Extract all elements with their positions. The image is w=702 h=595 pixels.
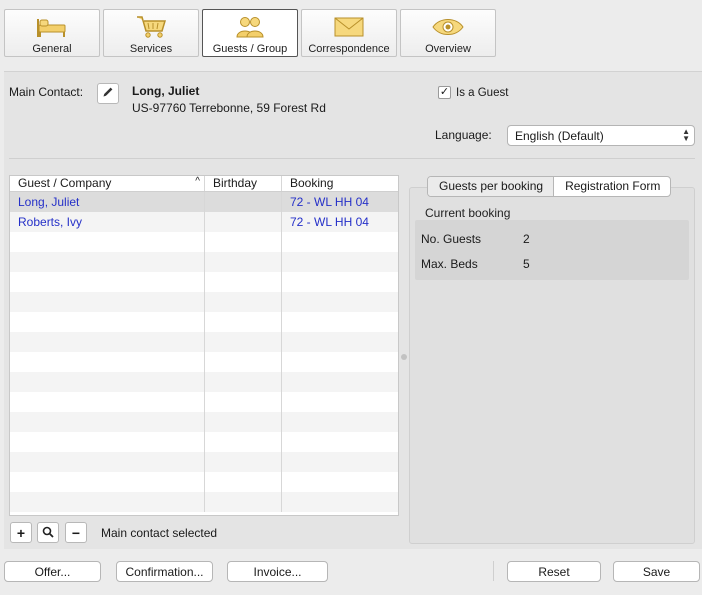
table-header: Guest / Company ^ Birthday Booking xyxy=(10,176,398,192)
guests-group-icon xyxy=(232,14,268,40)
confirmation-button[interactable]: Confirmation... xyxy=(116,561,213,582)
language-select-value: English (Default) xyxy=(515,129,604,143)
is-guest-checkbox-wrap[interactable]: ✓ Is a Guest xyxy=(438,86,508,99)
tab-correspondence-label: Correspondence xyxy=(308,43,390,55)
column-header-guest-company[interactable]: Guest / Company ^ xyxy=(10,176,205,191)
split-view-handle[interactable] xyxy=(401,354,407,360)
plus-icon: + xyxy=(16,524,26,541)
tab-services-label: Services xyxy=(129,43,173,55)
pencil-icon xyxy=(102,86,114,101)
empty-row xyxy=(10,372,398,392)
empty-row xyxy=(10,472,398,492)
contact-name: Long, Juliet xyxy=(132,84,200,98)
offer-button[interactable]: Offer... xyxy=(4,561,101,582)
guest-name-cell: Long, Juliet xyxy=(10,192,205,212)
birthday-cell xyxy=(205,212,282,232)
empty-row xyxy=(10,232,398,252)
booking-cell: 72 - WL HH 04 xyxy=(290,215,369,229)
empty-row xyxy=(10,272,398,292)
reset-button[interactable]: Reset xyxy=(507,561,601,582)
tab-general[interactable]: General xyxy=(4,9,100,57)
table-body: Long, Juliet 72 - WL HH 04 Roberts, Ivy … xyxy=(10,192,398,512)
eye-icon xyxy=(430,14,466,40)
empty-row xyxy=(10,292,398,312)
tab-guests-per-booking[interactable]: Guests per booking xyxy=(428,177,555,196)
tab-overview[interactable]: Overview xyxy=(400,9,496,57)
top-tab-toolbar: General Services Guests / Group Correspo… xyxy=(0,0,702,70)
no-guests-value: 2 xyxy=(523,232,530,246)
tab-services[interactable]: Services xyxy=(103,9,199,57)
edit-contact-button[interactable] xyxy=(97,83,119,104)
empty-row xyxy=(10,392,398,412)
max-beds-label: Max. Beds xyxy=(421,257,478,271)
tab-correspondence[interactable]: Correspondence xyxy=(301,9,397,57)
guest-name-cell: Roberts, Ivy xyxy=(10,212,205,232)
checkmark-icon: ✓ xyxy=(439,86,450,98)
empty-row xyxy=(10,492,398,512)
booking-cell: 72 - WL HH 04 xyxy=(290,195,369,209)
empty-row xyxy=(10,252,398,272)
column-header-booking[interactable]: Booking xyxy=(282,176,398,191)
tab-general-label: General xyxy=(32,43,72,55)
search-icon xyxy=(42,525,54,541)
envelope-icon xyxy=(331,14,367,40)
search-guest-button[interactable] xyxy=(37,522,59,543)
empty-row xyxy=(10,412,398,432)
add-guest-button[interactable]: + xyxy=(10,522,32,543)
language-label: Language: xyxy=(435,128,492,142)
max-beds-value: 5 xyxy=(523,257,530,271)
shopping-cart-icon xyxy=(133,14,169,40)
tab-overview-label: Overview xyxy=(425,43,471,55)
no-guests-label: No. Guests xyxy=(421,232,482,246)
sort-ascending-icon: ^ xyxy=(195,176,200,187)
updown-chevron-icon: ▲ ▼ xyxy=(682,127,690,143)
current-booking-box xyxy=(415,220,689,280)
birthday-cell xyxy=(205,192,282,212)
save-button[interactable]: Save xyxy=(613,561,700,582)
empty-row xyxy=(10,352,398,372)
is-guest-label: Is a Guest xyxy=(456,86,509,99)
remove-guest-button[interactable]: − xyxy=(65,522,87,543)
table-row[interactable]: Roberts, Ivy 72 - WL HH 04 xyxy=(10,212,398,232)
empty-row xyxy=(10,332,398,352)
invoice-button[interactable]: Invoice... xyxy=(227,561,328,582)
language-select[interactable]: English (Default) ▲ ▼ xyxy=(507,125,695,146)
tab-guests-group[interactable]: Guests / Group xyxy=(202,9,298,57)
table-row[interactable]: Long, Juliet 72 - WL HH 04 xyxy=(10,192,398,212)
guests-group-panel: Main Contact: Long, Juliet US-97760 Terr… xyxy=(4,71,702,549)
bed-icon xyxy=(34,14,70,40)
tab-guests-group-label: Guests / Group xyxy=(212,43,288,55)
current-booking-label: Current booking xyxy=(425,206,511,220)
contact-address: US-97760 Terrebonne, 59 Forest Rd xyxy=(132,101,326,115)
empty-row xyxy=(10,312,398,332)
minus-icon: − xyxy=(71,524,81,541)
right-panel-tabs: Guests per booking Registration Form xyxy=(427,176,672,197)
column-header-birthday[interactable]: Birthday xyxy=(205,176,282,191)
selection-status: Main contact selected xyxy=(101,526,218,540)
is-guest-checkbox[interactable]: ✓ xyxy=(438,86,451,99)
empty-row xyxy=(10,432,398,452)
guest-table[interactable]: Guest / Company ^ Birthday Booking Long,… xyxy=(9,175,399,516)
button-separator xyxy=(493,561,494,581)
divider xyxy=(9,158,695,159)
main-contact-label: Main Contact: xyxy=(9,85,84,99)
empty-row xyxy=(10,452,398,472)
tab-registration-form[interactable]: Registration Form xyxy=(554,177,670,196)
